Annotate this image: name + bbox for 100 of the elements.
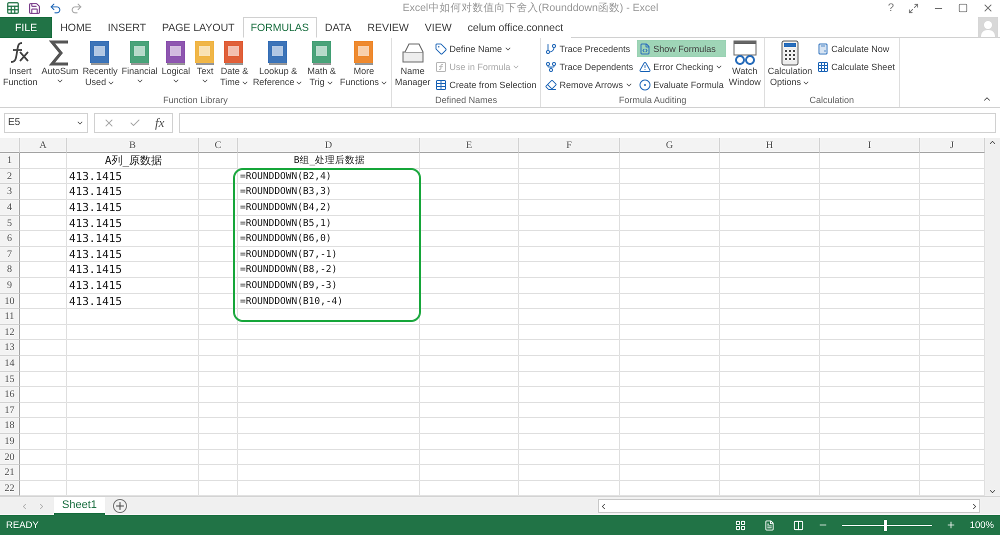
row-header[interactable]: 10: [0, 294, 20, 310]
ribbon-button[interactable]: Evaluate Formula: [637, 76, 726, 94]
table-cell: [20, 387, 67, 403]
table-cell: [20, 184, 67, 200]
ribbon-button[interactable]: Show Formulas: [637, 40, 726, 58]
tag-icon: [435, 42, 448, 55]
ribbon-button[interactable]: Calculate Sheet: [815, 58, 897, 76]
row-header[interactable]: 14: [0, 356, 20, 372]
name-box[interactable]: E5: [4, 113, 88, 133]
row-header[interactable]: 13: [0, 340, 20, 356]
book-icon: [310, 40, 333, 66]
ribbon-tab[interactable]: FORMULAS: [242, 16, 317, 38]
normal-view-icon[interactable]: [734, 520, 746, 531]
table-cell: [199, 294, 238, 310]
ribbon-button[interactable]: Recently Used: [82, 40, 119, 88]
ribbon-button[interactable]: Name Manager: [394, 40, 432, 88]
ribbon-button[interactable]: Remove Arrows: [543, 76, 636, 94]
table-cell: 413.1415: [67, 262, 199, 278]
table-cell: [199, 465, 238, 481]
zoom-in-icon[interactable]: [946, 520, 956, 530]
column-header[interactable]: E: [420, 138, 519, 154]
column-header[interactable]: J: [920, 138, 985, 154]
row-header[interactable]: 6: [0, 231, 20, 247]
row-header[interactable]: 2: [0, 168, 20, 184]
formula-input[interactable]: [179, 113, 996, 133]
row-header[interactable]: 8: [0, 262, 20, 278]
row-header[interactable]: 16: [0, 387, 20, 403]
add-sheet-icon[interactable]: [112, 499, 127, 514]
row-header[interactable]: 11: [0, 309, 20, 325]
vertical-scrollbar[interactable]: [985, 138, 1000, 496]
save-icon[interactable]: [28, 2, 41, 15]
row-header[interactable]: 12: [0, 324, 20, 340]
horizontal-scrollbar[interactable]: [598, 499, 980, 514]
row-header[interactable]: 3: [0, 184, 20, 200]
table-cell: 413.1415: [67, 200, 199, 216]
ribbon-button[interactable]: AutoSum: [40, 40, 80, 86]
row-header[interactable]: 5: [0, 216, 20, 232]
table-cell: [199, 450, 238, 466]
ribbon-button[interactable]: Watch Window: [728, 40, 762, 88]
column-header[interactable]: G: [620, 138, 720, 154]
page-layout-icon[interactable]: [764, 520, 775, 531]
status-text: READY: [6, 520, 39, 531]
enter-icon[interactable]: [129, 116, 141, 129]
scroll-left-icon[interactable]: [599, 502, 608, 511]
row-header[interactable]: 22: [0, 480, 20, 496]
ribbon-button[interactable]: Insert Function: [2, 40, 39, 88]
ribbon-button[interactable]: Lookup & Reference: [252, 40, 304, 88]
ribbon-button[interactable]: Error Checking: [637, 58, 726, 76]
help-button[interactable]: ?: [888, 2, 894, 14]
ribbon-button[interactable]: Trace Dependents: [543, 58, 636, 76]
row-header[interactable]: 20: [0, 450, 20, 466]
ribbon-button[interactable]: Text: [193, 40, 218, 86]
row-header[interactable]: 9: [0, 278, 20, 294]
redo-icon[interactable]: [70, 2, 83, 15]
ribbon-button[interactable]: Math & Trig: [306, 40, 337, 88]
ribbon-button[interactable]: Trace Precedents: [543, 40, 636, 58]
row-header[interactable]: 19: [0, 434, 20, 450]
row-header[interactable]: 4: [0, 200, 20, 216]
table-cell: 413.1415: [67, 294, 199, 310]
ribbon-button[interactable]: Calculate Now: [815, 40, 897, 58]
select-all-corner[interactable]: [0, 138, 20, 154]
ribbon-button[interactable]: Define Name: [433, 40, 538, 58]
ribbon-display-icon[interactable]: [908, 2, 919, 14]
table-cell: [199, 418, 238, 434]
table-cell: =ROUNDDOWN(B9,-3): [238, 278, 420, 294]
book-icon: [223, 40, 246, 66]
excel-logo-icon: [6, 1, 20, 16]
row-header[interactable]: 18: [0, 418, 20, 434]
table-cell: 413.1415: [67, 246, 199, 262]
row-header[interactable]: 1: [0, 153, 20, 169]
ribbon-button[interactable]: Financial: [120, 40, 159, 86]
table-cell: [199, 387, 238, 403]
page-break-icon[interactable]: [792, 520, 804, 531]
column-header[interactable]: D: [238, 138, 420, 154]
close-icon[interactable]: [982, 2, 994, 14]
column-header[interactable]: I: [820, 138, 920, 154]
fx-button[interactable]: fx: [155, 114, 164, 131]
column-header[interactable]: A: [20, 138, 67, 154]
row-header[interactable]: 15: [0, 372, 20, 388]
cancel-icon[interactable]: [103, 116, 115, 129]
column-header[interactable]: C: [199, 138, 238, 154]
ribbon-tab[interactable]: FILE: [0, 16, 52, 38]
ribbon-button[interactable]: Logical: [160, 40, 192, 86]
scroll-right-icon[interactable]: [970, 502, 979, 511]
restore-icon[interactable]: [958, 3, 968, 14]
group-label: Calculation: [808, 95, 856, 108]
row-header[interactable]: 7: [0, 246, 20, 262]
sheet-tab[interactable]: Sheet1: [54, 497, 105, 516]
ribbon-button[interactable]: More Functions: [338, 40, 389, 88]
row-header[interactable]: 21: [0, 465, 20, 481]
table-cell: [20, 231, 67, 247]
ribbon-button[interactable]: Date & Time: [219, 40, 250, 88]
undo-icon[interactable]: [49, 2, 62, 15]
column-header[interactable]: H: [720, 138, 820, 154]
row-header[interactable]: 17: [0, 402, 20, 418]
column-header[interactable]: B: [67, 138, 199, 154]
column-header[interactable]: F: [519, 138, 620, 154]
zoom-level[interactable]: 100%: [970, 520, 994, 531]
ribbon-button[interactable]: Calculation Options: [766, 40, 814, 88]
ribbon-button[interactable]: Create from Selection: [433, 76, 538, 94]
